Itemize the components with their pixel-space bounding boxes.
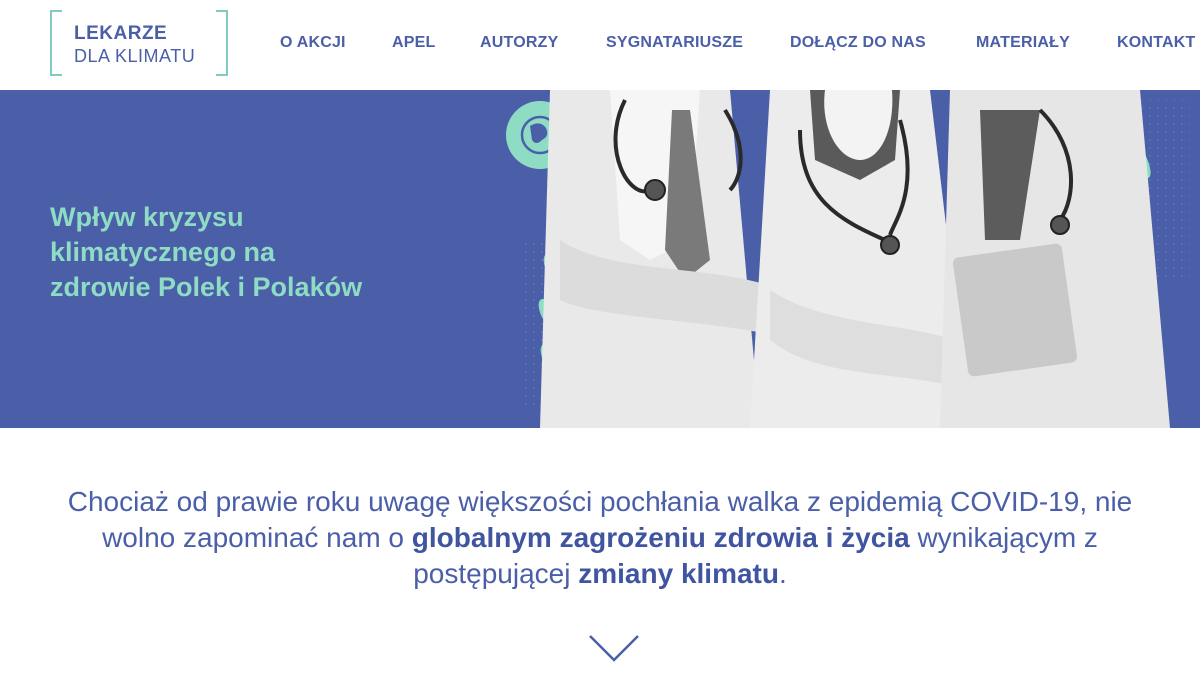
nav-item-apel[interactable]: APEL: [392, 34, 435, 52]
nav-item-autorzy[interactable]: AUTORZY: [480, 34, 558, 52]
intro-paragraph: Chociaż od prawie roku uwagę większości …: [40, 484, 1160, 592]
hero-doctors-illustration: [506, 90, 1190, 428]
hero-title: Wpływ kryzysu klimatycznego na zdrowie P…: [50, 202, 363, 302]
chevron-down-icon[interactable]: [586, 630, 642, 666]
hero-banner: Wpływ kryzysu klimatycznego na zdrowie P…: [0, 90, 1200, 428]
nav-item-materialy[interactable]: MATERIAŁY: [976, 34, 1070, 52]
main-nav: O AKCJI APEL AUTORZY SYGNATARIUSZE DOŁĄC…: [0, 34, 1200, 54]
intro-text-3: .: [778, 558, 787, 589]
intro-highlight-1: globalnym zagrożeniu zdrowia i życia: [411, 522, 910, 553]
nav-item-sygnatariusze[interactable]: SYGNATARIUSZE: [606, 34, 743, 52]
site-header: LEKARZE DLA KLIMATU O AKCJI APEL AUTORZY…: [0, 0, 1200, 90]
nav-item-o-akcji[interactable]: O AKCJI: [280, 34, 346, 52]
doctor-right: [940, 90, 1170, 428]
nav-item-kontakt[interactable]: KONTAKT: [1117, 34, 1195, 52]
nav-item-dolacz-do-nas[interactable]: DOŁĄCZ DO NAS: [790, 34, 926, 52]
intro-highlight-2: zmiany klimatu: [578, 558, 779, 589]
